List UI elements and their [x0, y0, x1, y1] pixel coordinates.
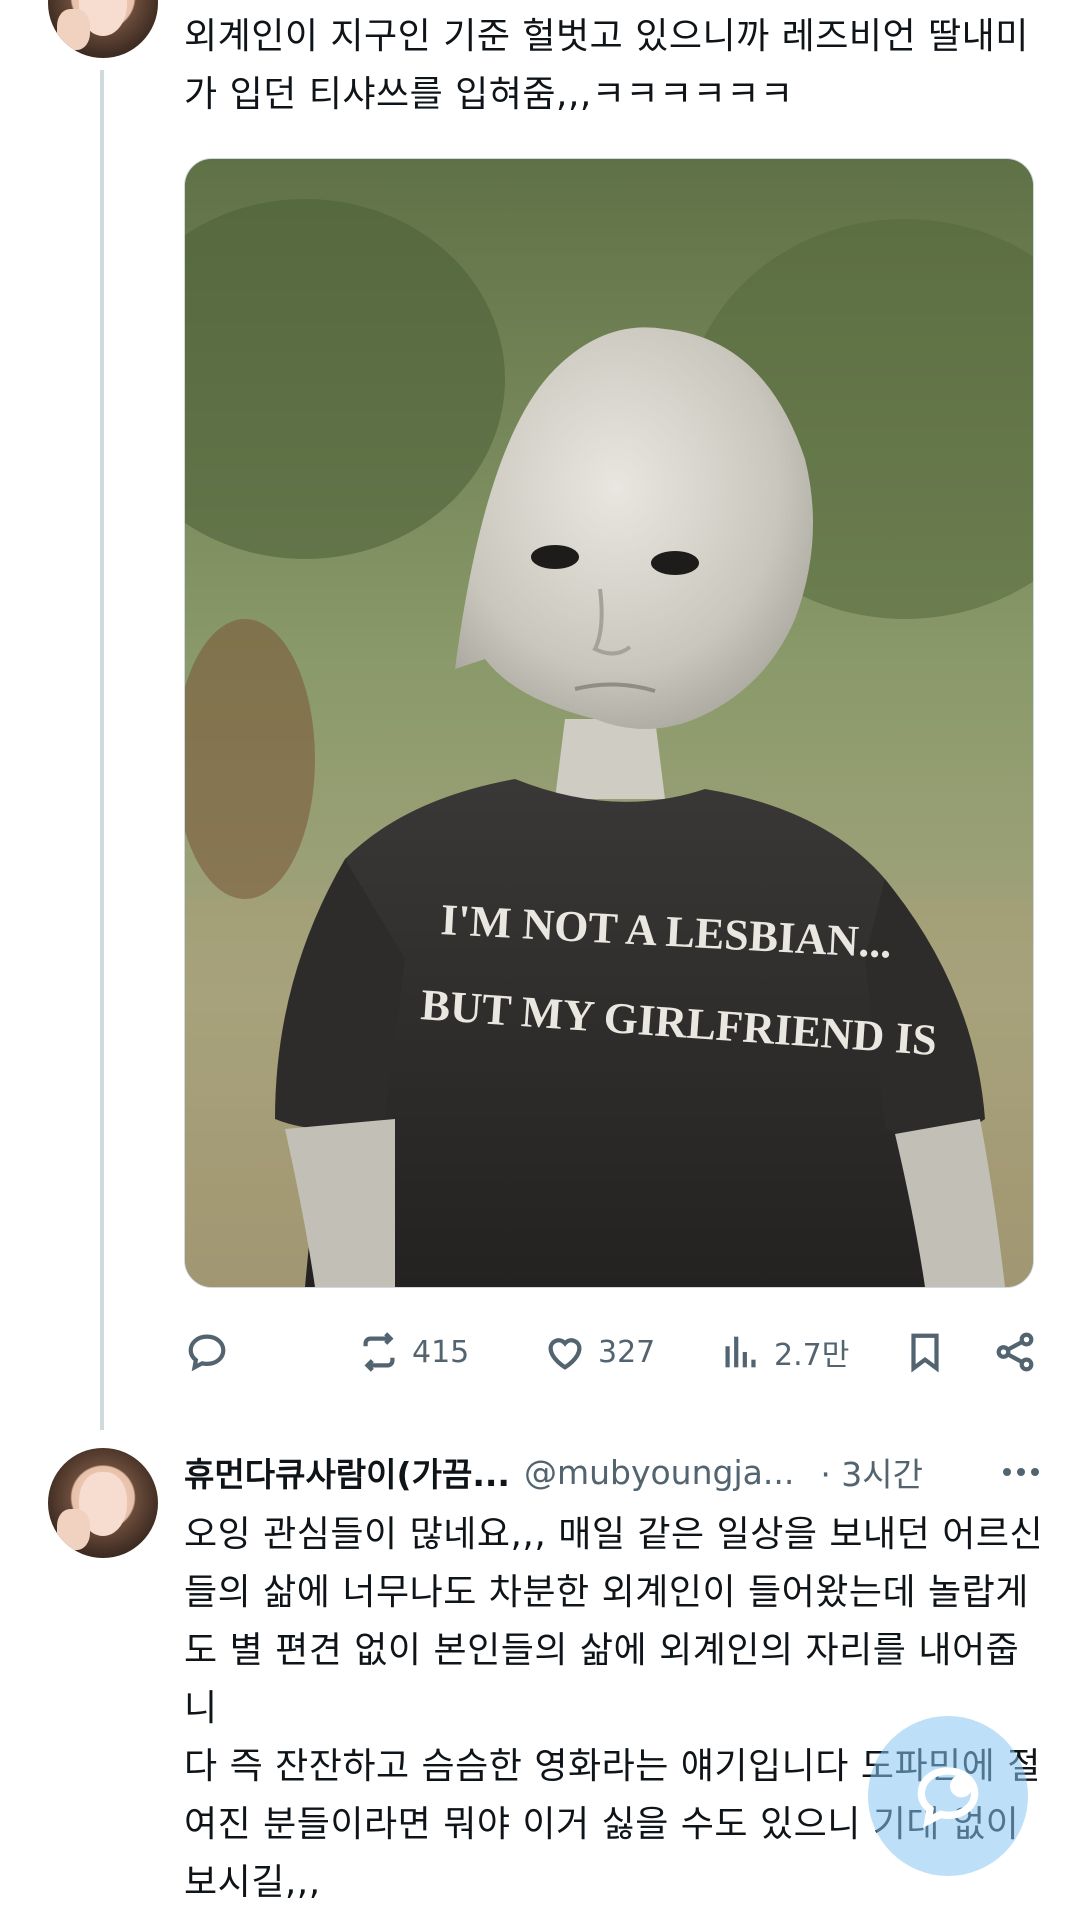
- bar-chart-icon: [725, 1336, 756, 1368]
- reply-timestamp[interactable]: · 3시간: [820, 1448, 923, 1496]
- more-dots-icon[interactable]: [998, 1448, 1044, 1496]
- views-count: 2.7만: [774, 1338, 850, 1373]
- share-icon: [996, 1332, 1034, 1372]
- heart-icon: [548, 1338, 582, 1370]
- retweet-count: 415: [412, 1334, 470, 1370]
- compose-reply-icon: [917, 1767, 979, 1828]
- author-avatar[interactable]: [48, 0, 158, 58]
- avatar-hand: [56, 1508, 90, 1551]
- bookmark-icon: [911, 1333, 939, 1373]
- tweet-photo[interactable]: I'M NOT A LESBIAN... BUT MY GIRLFRIEND I…: [184, 158, 1034, 1288]
- alien-photo: I'M NOT A LESBIAN... BUT MY GIRLFRIEND I…: [185, 159, 1033, 1287]
- bookmark-button[interactable]: [902, 1320, 948, 1384]
- like-count: 327: [598, 1334, 656, 1370]
- tweet-text: 외계인이 지구인 기준 헐벗고 있으니까 레즈비언 딸내미 가 입던 티샤쓰를 …: [184, 16, 1029, 115]
- like-button[interactable]: 327: [542, 1320, 655, 1384]
- reply-author-name[interactable]: 휴먼다큐사람이(가끔...: [184, 1448, 510, 1496]
- compose-reply-button[interactable]: [868, 1716, 1028, 1876]
- avatar-hand: [56, 8, 90, 51]
- reply-header: 휴먼다큐사람이(가끔... @mubyoungja... · 3시간: [184, 1448, 1044, 1496]
- share-button[interactable]: [992, 1320, 1038, 1384]
- retweet-icon: [363, 1332, 395, 1372]
- reply-button[interactable]: [184, 1320, 230, 1384]
- views-button[interactable]: 2.7만: [718, 1320, 849, 1384]
- tweet-action-bar: 415 327 2.7만: [184, 1320, 1044, 1384]
- reply-author-avatar[interactable]: [48, 1448, 158, 1558]
- thread-connector-line: [100, 70, 104, 1430]
- reply-author-handle[interactable]: @mubyoungja...: [524, 1453, 794, 1492]
- speech-bubble-icon: [188, 1334, 226, 1372]
- retweet-button[interactable]: 415: [356, 1320, 469, 1384]
